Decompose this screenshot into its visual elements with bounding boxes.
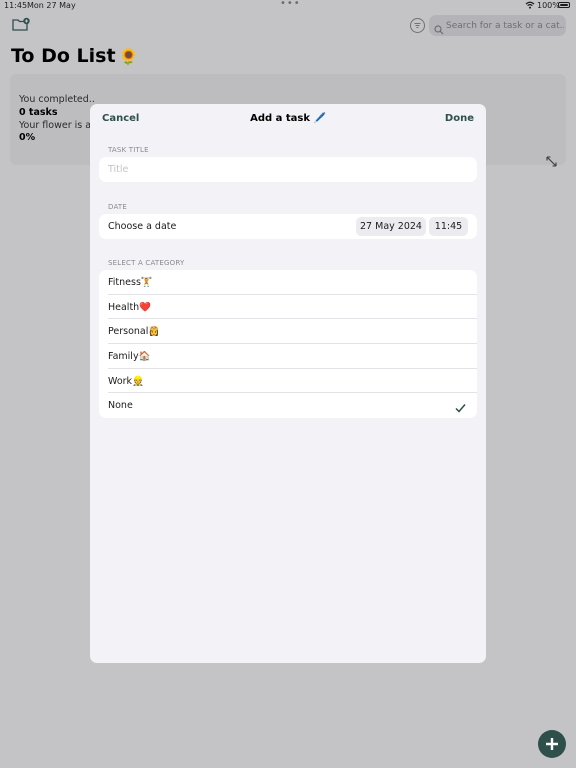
wifi-icon (525, 1, 535, 11)
category-label: Personal👸 (108, 326, 161, 338)
category-label: Health❤️ (108, 301, 152, 313)
date-picker-button[interactable]: 27 May 2024 (356, 217, 426, 236)
search-bar[interactable] (429, 15, 566, 36)
category-row-personal[interactable]: Personal👸 (99, 319, 477, 345)
category-row-work[interactable]: Work👷 (99, 369, 477, 394)
add-task-button[interactable] (538, 730, 566, 758)
category-row-none[interactable]: None (99, 393, 477, 418)
battery-percent: 100% (537, 1, 560, 10)
checkmark-icon (455, 398, 466, 417)
folder-add-icon[interactable] (12, 17, 30, 33)
category-row-fitness[interactable]: Fitness🏋️ (99, 270, 477, 295)
sunflower-icon: 🌻 (118, 47, 139, 66)
add-task-sheet: Cancel Add a task 🖊️ Done TASK TITLE DAT… (90, 104, 486, 663)
task-title-section-label: TASK TITLE (108, 146, 149, 154)
category-row-family[interactable]: Family🏠 (99, 344, 477, 369)
sheet-header: Cancel Add a task 🖊️ Done (90, 104, 486, 136)
category-list: Fitness🏋️ Health❤️ Personal👸 Family🏠 Wor… (99, 270, 477, 418)
filter-icon[interactable] (410, 18, 425, 33)
time-picker-button[interactable]: 11:45 (429, 217, 468, 236)
plus-icon (546, 738, 558, 750)
multitasking-dots-icon[interactable]: ••• (280, 0, 301, 9)
status-date: Mon 27 May (27, 1, 76, 10)
status-time: 11:45 (4, 1, 28, 10)
status-bar: 11:45 Mon 27 May ••• 100% (0, 0, 576, 12)
flower-percent: 0% (19, 132, 36, 143)
category-section-label: SELECT A CATEGORY (108, 259, 185, 267)
category-label: None (108, 400, 133, 412)
choose-date-label: Choose a date (108, 221, 177, 232)
date-section-label: DATE (108, 203, 128, 211)
completed-label: You completed.. (19, 94, 95, 105)
expand-arrows-icon[interactable] (546, 152, 557, 171)
battery-icon (558, 2, 570, 8)
category-row-health[interactable]: Health❤️ (99, 295, 477, 320)
done-button[interactable]: Done (445, 113, 474, 124)
category-label: Family🏠 (108, 351, 151, 363)
category-label: Work👷 (108, 375, 144, 387)
date-group: Choose a date 27 May 2024 11:45 (99, 214, 477, 239)
search-icon (434, 20, 444, 39)
tasks-count: 0 tasks (19, 107, 58, 118)
sheet-title: Add a task 🖊️ (250, 113, 326, 124)
page-title: To Do List 🌻 (11, 45, 138, 67)
flower-progress-label: Your flower is at.. (19, 120, 101, 131)
page-title-text: To Do List (11, 45, 116, 67)
search-input[interactable] (446, 15, 564, 36)
task-title-input[interactable] (108, 157, 468, 182)
category-label: Fitness🏋️ (108, 277, 153, 288)
task-title-group (99, 157, 477, 182)
